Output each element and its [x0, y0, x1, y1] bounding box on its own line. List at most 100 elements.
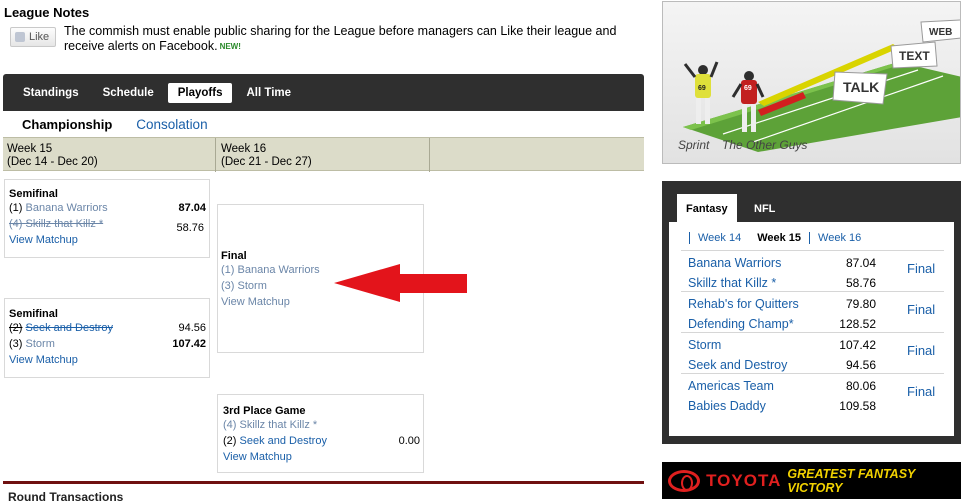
arrow-left-icon	[334, 264, 467, 302]
team-name[interactable]: Defending Champ*	[688, 317, 794, 331]
team-score: 128.52	[839, 317, 876, 331]
week-divider	[429, 138, 430, 172]
matchup-row: (1) Banana Warriors 87.04	[9, 200, 209, 216]
team-name[interactable]: Babies Daddy	[688, 399, 766, 413]
scoreboard-content: Week 14 Week 15 Week 16 Banana Warriors …	[669, 222, 954, 436]
matchup-row-eliminated: (2) Seek and Destroy 94.56	[9, 320, 209, 336]
sign-web: WEB	[929, 27, 952, 38]
scoreboard-matchup[interactable]: Storm 107.42 Seek and Destroy 94.56 Fina…	[681, 332, 944, 373]
final-link[interactable]: Final	[907, 384, 935, 399]
team-score: 94.56	[845, 358, 876, 372]
team-score: 58.76	[845, 276, 876, 290]
team-link[interactable]: Banana Warriors	[26, 202, 108, 214]
facebook-like-button[interactable]: Like	[10, 27, 56, 47]
tab-playoffs[interactable]: Playoffs	[167, 82, 233, 103]
team-score: 107.42	[839, 338, 876, 352]
team-name[interactable]: Skillz that Killz *	[688, 276, 776, 290]
semifinal-title: Semifinal	[9, 188, 58, 200]
tab-schedule[interactable]: Schedule	[93, 83, 164, 103]
ad-caption-sprint: Sprint	[678, 138, 710, 152]
matchup-row: (2) Seek and Destroy 0.00	[223, 433, 423, 449]
team-link[interactable]: Seek and Destroy	[240, 435, 327, 447]
team-score: 80.06	[845, 379, 876, 393]
sprint-ad-banner[interactable]: 69 69 WEB TEXT TALK Sprint The Other Guy…	[662, 1, 961, 164]
league-notes-title: League Notes	[4, 5, 90, 20]
scoreboard-panel: Fantasy NFL Week 14 Week 15 Week 16 Bana…	[662, 181, 961, 444]
team-score: 94.56	[178, 322, 206, 334]
semifinal-1-box: Semifinal (1) Banana Warriors 87.04 (4) …	[4, 179, 210, 258]
week-16-range: (Dec 21 - Dec 27)	[221, 156, 312, 168]
jersey-number: 69	[744, 85, 752, 92]
team-score: 87.04	[178, 202, 206, 214]
team-score: 0.00	[398, 435, 420, 447]
semifinal-2-box: Semifinal (2) Seek and Destroy 94.56 (3)…	[4, 298, 210, 378]
view-matchup-link[interactable]: View Matchup	[9, 352, 209, 368]
team-name[interactable]: Americas Team	[688, 379, 774, 393]
seed: (1)	[221, 264, 235, 276]
sign-text: TEXT	[899, 49, 930, 63]
thumbs-up-icon	[15, 32, 25, 42]
like-label: Like	[29, 31, 50, 43]
scoreboard-matchup[interactable]: Banana Warriors 87.04 Skillz that Killz …	[681, 250, 944, 291]
team-link[interactable]: Storm	[238, 280, 267, 292]
team-link[interactable]: Seek and Destroy	[26, 322, 113, 334]
subtab-consolation[interactable]: Consolation	[136, 117, 207, 132]
third-place-title: 3rd Place Game	[223, 405, 306, 417]
team-score: 107.42	[172, 338, 206, 350]
team-name[interactable]: Storm	[688, 338, 721, 352]
seed: (2)	[9, 322, 23, 334]
section-heading: Round Transactions	[8, 490, 124, 504]
seed: (4)	[9, 218, 23, 230]
final-link[interactable]: Final	[907, 302, 935, 317]
sign-talk: TALK	[843, 79, 879, 95]
final-link[interactable]: Final	[907, 343, 935, 358]
seed: (2)	[223, 435, 237, 447]
new-badge: NEW!	[219, 42, 241, 51]
subtab-championship[interactable]: Championship	[22, 117, 112, 132]
toyota-brand: TOYOTA	[706, 470, 782, 490]
team-score: 79.80	[845, 297, 876, 311]
team-name[interactable]: Seek and Destroy	[688, 358, 787, 372]
team-name[interactable]: Rehab's for Quitters	[688, 297, 799, 311]
matchup-row-eliminated: (4) Skillz that Killz *	[9, 216, 209, 232]
semifinal-title: Semifinal	[9, 308, 58, 320]
seed: (3)	[221, 280, 235, 292]
tab-all-time[interactable]: All Time	[236, 83, 301, 103]
section-divider	[3, 481, 644, 484]
final-link[interactable]: Final	[907, 261, 935, 276]
seed: (1)	[9, 202, 23, 214]
tab-standings[interactable]: Standings	[13, 83, 89, 103]
team-link[interactable]: Banana Warriors	[238, 264, 320, 276]
toyota-logo-icon	[668, 469, 701, 492]
team-score: 109.58	[839, 399, 876, 413]
view-matchup-link[interactable]: View Matchup	[9, 232, 209, 248]
bracket-subtabs: Championship Consolation	[22, 117, 208, 132]
tab-nfl[interactable]: NFL	[745, 194, 784, 224]
team-name[interactable]: Banana Warriors	[688, 256, 781, 270]
team-link[interactable]: Storm	[26, 338, 55, 350]
final-title: Final	[221, 250, 247, 262]
week-14-link[interactable]: Week 14	[689, 232, 749, 244]
team-link[interactable]: Skillz that Killz *	[26, 218, 104, 230]
scoreboard-matchup[interactable]: Rehab's for Quitters 79.80 Defending Cha…	[681, 291, 944, 332]
week-15-current: Week 15	[757, 232, 802, 244]
toyota-ad-banner[interactable]: TOYOTA GREATEST FANTASY VICTORY	[662, 462, 961, 499]
notes-body: The commish must enable public sharing f…	[64, 24, 617, 53]
view-matchup-link[interactable]: View Matchup	[223, 449, 423, 465]
week-header: Week 15 (Dec 14 - Dec 20) Week 16 (Dec 2…	[3, 137, 644, 172]
seed: (3)	[9, 338, 23, 350]
seed: (4)	[223, 419, 237, 431]
team-link[interactable]: Skillz that Killz *	[240, 419, 318, 431]
scoreboard-matchup[interactable]: Americas Team 80.06 Babies Daddy 109.58 …	[681, 373, 944, 414]
league-nav-bar: Standings Schedule Playoffs All Time	[3, 74, 644, 111]
tab-fantasy[interactable]: Fantasy	[677, 194, 737, 224]
week-16-link[interactable]: Week 16	[809, 232, 869, 244]
week-15-range: (Dec 14 - Dec 20)	[7, 156, 98, 168]
toyota-tagline: GREATEST FANTASY VICTORY	[787, 466, 916, 495]
week-divider	[215, 138, 216, 172]
matchup-row: (3) Storm 107.42	[9, 336, 209, 352]
week-16-header: Week 16 (Dec 21 - Dec 27)	[221, 143, 312, 169]
jersey-number: 69	[698, 85, 706, 92]
week-15-label: Week 15	[7, 143, 53, 155]
team-score: 87.04	[845, 256, 876, 270]
